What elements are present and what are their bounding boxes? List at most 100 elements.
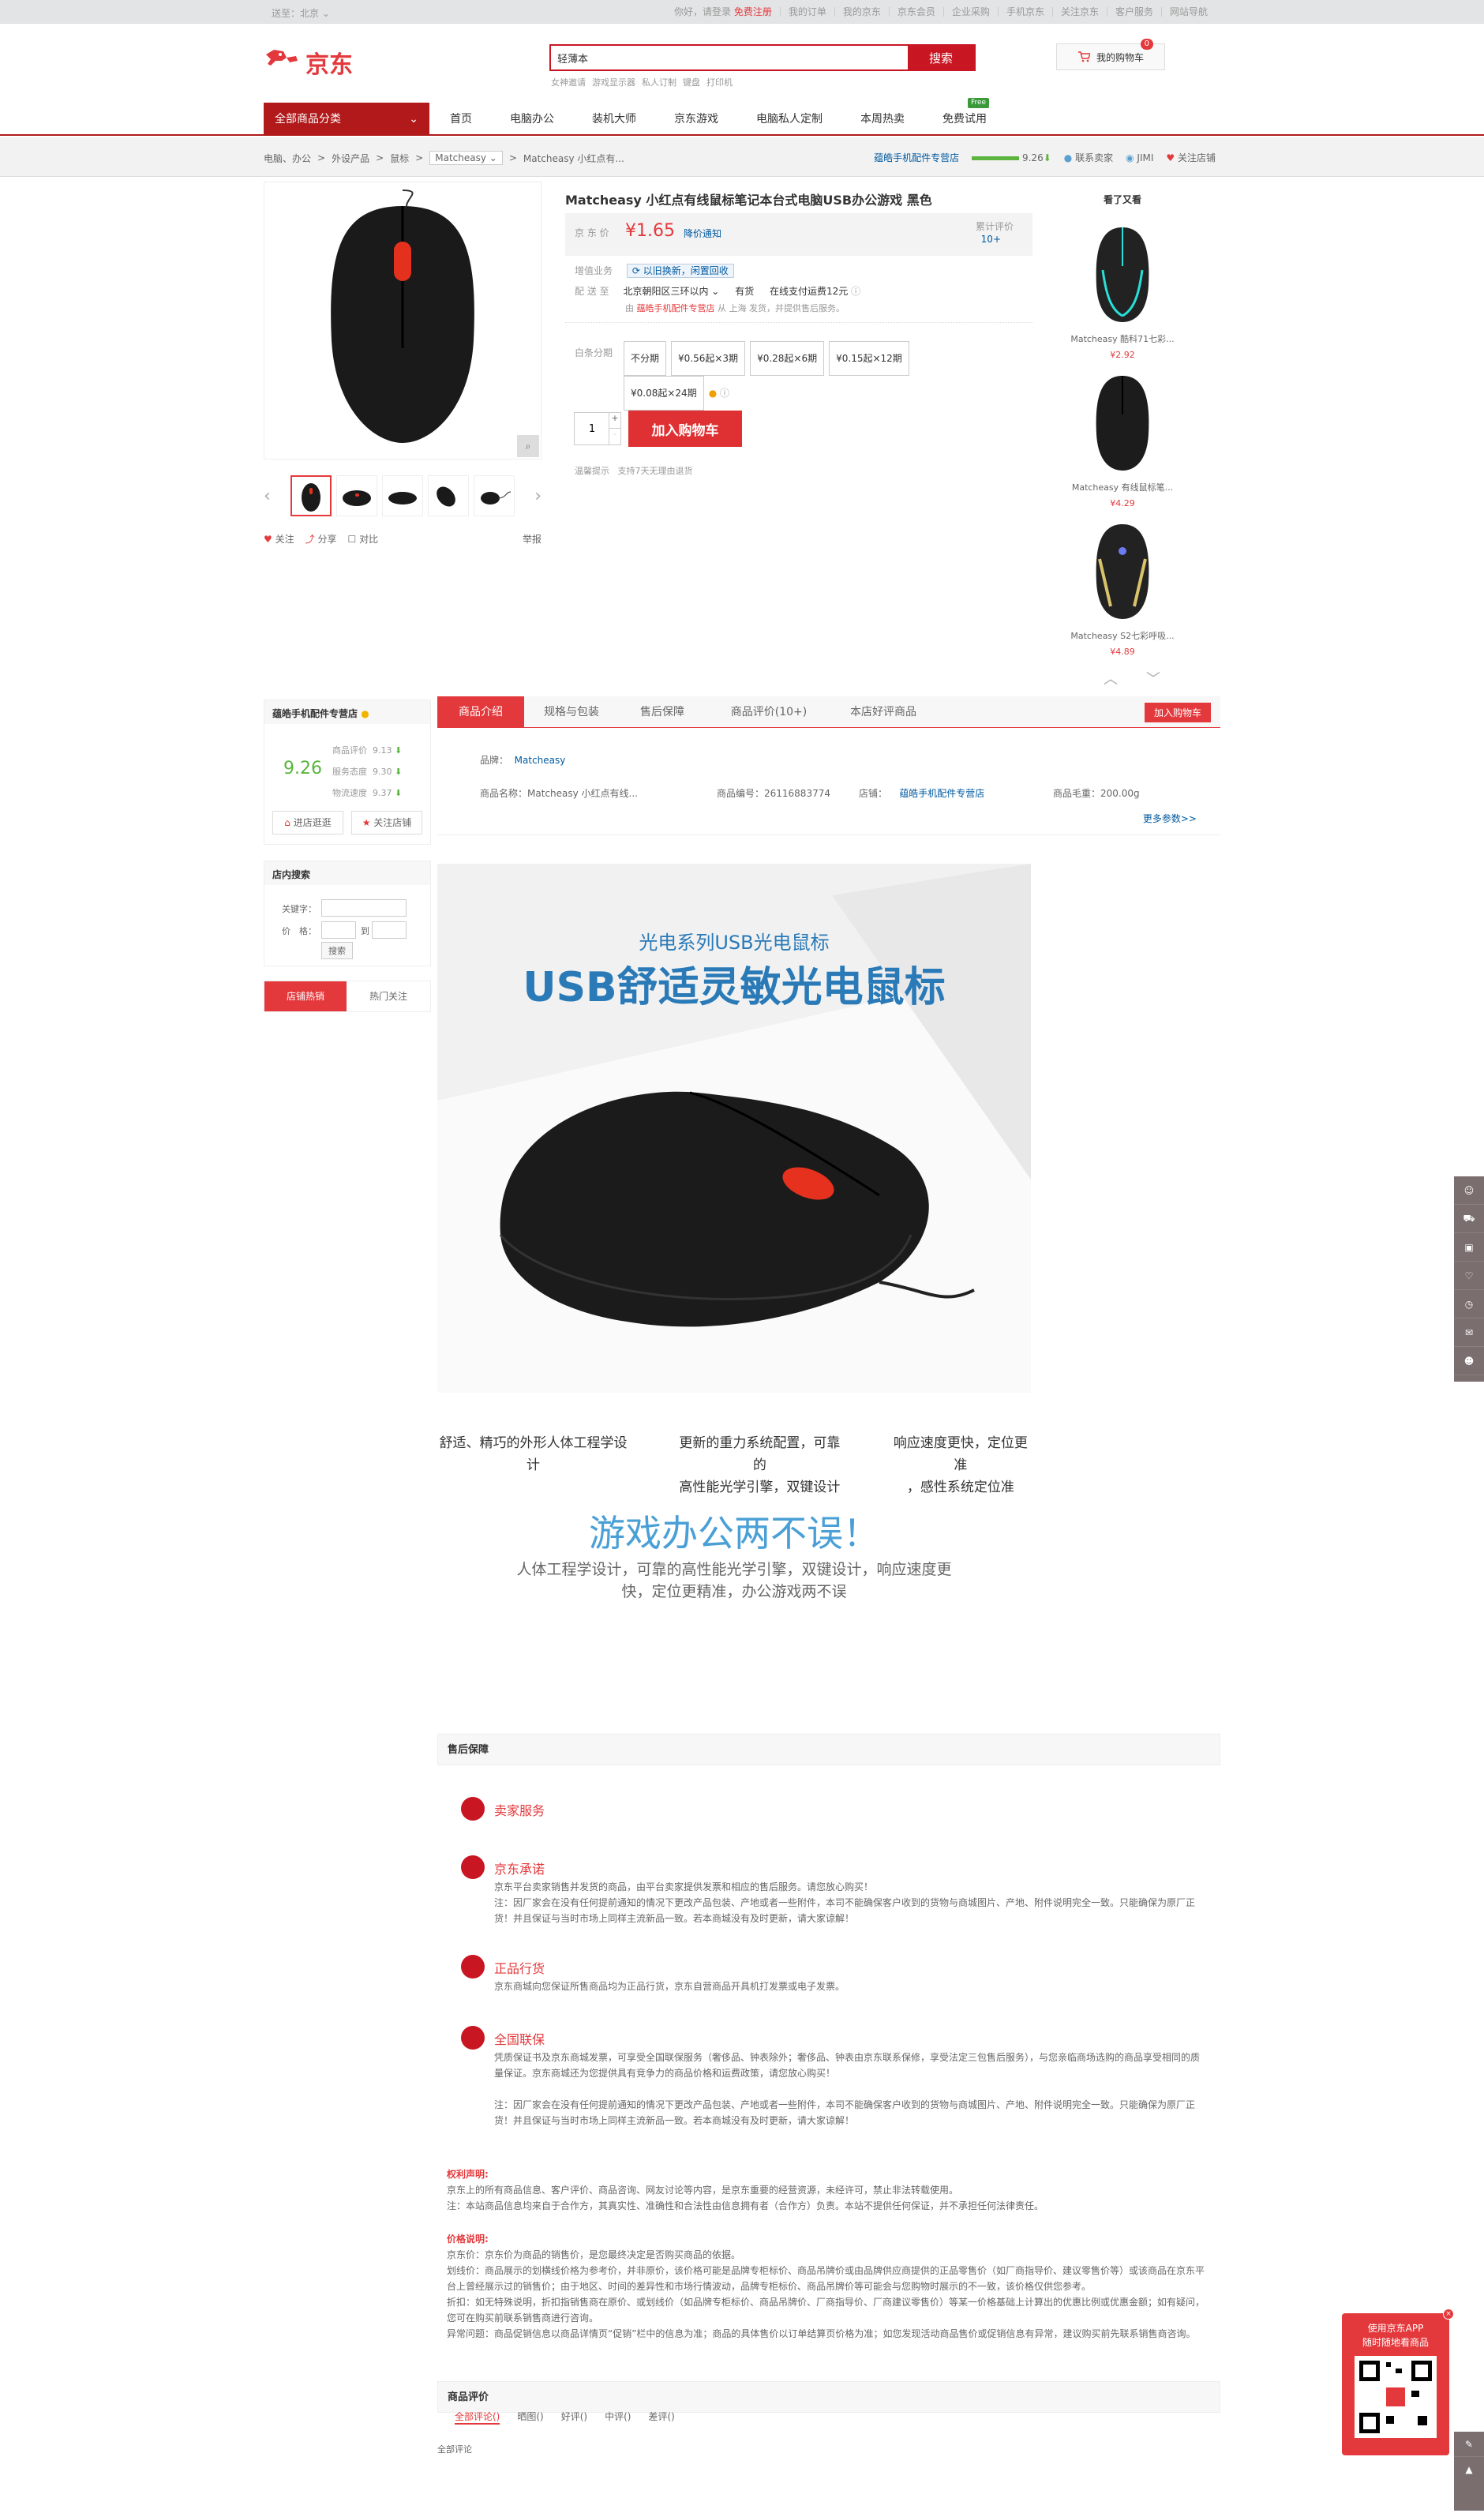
sidebar-history-icon[interactable]: ◷ bbox=[1454, 1290, 1484, 1318]
report-link[interactable]: 举报 bbox=[523, 532, 542, 546]
follow-product-link[interactable]: ♥ 关注 bbox=[264, 532, 294, 546]
crumb-link[interactable]: 鼠标 bbox=[390, 152, 409, 165]
brand-selector[interactable]: Matcheasy ⌄ bbox=[429, 151, 503, 165]
thumbnail[interactable] bbox=[382, 475, 423, 516]
shop-search-button[interactable]: 搜索 bbox=[321, 942, 353, 959]
login-link[interactable]: 你好，请登录 免费注册 bbox=[666, 7, 780, 17]
hotword-link[interactable]: 打印机 bbox=[706, 76, 733, 88]
tab-shop-good[interactable]: 本店好评商品 bbox=[832, 696, 935, 728]
also-viewed-item[interactable]: Matcheasy 有线鼠标笔... ¥4.29 bbox=[1055, 371, 1190, 508]
prev-arrow-icon[interactable]: ‹ bbox=[264, 486, 271, 506]
chevron-down-icon[interactable]: ﹀ bbox=[1146, 668, 1160, 688]
sidebar-jimi-icon[interactable]: ☻ bbox=[1454, 1347, 1484, 1375]
also-viewed-item[interactable]: Matcheasy 酷科71七彩... ¥2.92 bbox=[1055, 223, 1190, 360]
installment-option[interactable]: ¥0.08起×24期 bbox=[624, 376, 704, 411]
also-viewed-item[interactable]: Matcheasy S2七彩呼吸... ¥4.89 bbox=[1055, 519, 1190, 657]
chevron-up-icon[interactable]: ︿ bbox=[1104, 668, 1118, 688]
decrease-button[interactable]: - bbox=[609, 429, 620, 444]
tab-reviews[interactable]: 商品评价(10+) bbox=[706, 696, 832, 728]
search-input[interactable] bbox=[551, 46, 906, 69]
tab-hot-follow[interactable]: 热门关注 bbox=[347, 981, 430, 1011]
param-shop-link[interactable]: 蕴皓手机配件专营店 bbox=[899, 788, 984, 799]
quantity-input[interactable] bbox=[575, 413, 609, 444]
nav-item-trial[interactable]: 免费试用 bbox=[924, 103, 1006, 136]
next-arrow-icon[interactable]: › bbox=[534, 486, 542, 506]
nav-item-games[interactable]: 京东游戏 bbox=[655, 103, 737, 136]
review-tab-bad[interactable]: 差评() bbox=[649, 2410, 675, 2425]
register-link[interactable]: 免费注册 bbox=[734, 6, 772, 17]
nav-item-computer[interactable]: 电脑办公 bbox=[491, 103, 573, 136]
hotword-link[interactable]: 键盘 bbox=[683, 76, 700, 88]
help-icon[interactable]: ⓘ bbox=[851, 286, 860, 297]
crumb-link[interactable]: 外设产品 bbox=[332, 152, 369, 165]
price-max-input[interactable] bbox=[372, 921, 407, 939]
installment-option[interactable]: ¥0.15起×12期 bbox=[829, 341, 909, 376]
sidebar-cart-icon[interactable]: ⛟ bbox=[1454, 1205, 1484, 1233]
sidebar-follow-icon[interactable]: ♡ bbox=[1454, 1262, 1484, 1290]
feedback-icon[interactable]: ✎ bbox=[1454, 2432, 1484, 2457]
hotword-link[interactable]: 女神邀请 bbox=[551, 76, 586, 88]
increase-button[interactable]: + bbox=[609, 413, 620, 429]
tab-aftersale[interactable]: 售后保障 bbox=[619, 696, 706, 728]
installment-option[interactable]: ¥0.56起×3期 bbox=[671, 341, 746, 376]
zoom-icon[interactable]: ⌕ bbox=[517, 435, 539, 457]
jimi-link[interactable]: ◉ JIMI bbox=[1126, 152, 1153, 163]
shortcut-link-follow[interactable]: 关注京东 bbox=[1051, 7, 1107, 17]
installment-option[interactable]: ¥0.28起×6期 bbox=[750, 341, 825, 376]
sidebar-assets-icon[interactable]: ▣ bbox=[1454, 1233, 1484, 1262]
shortcut-link-vip[interactable]: 京东会员 bbox=[888, 7, 943, 17]
price-min-input[interactable] bbox=[321, 921, 356, 939]
shortcut-link-service[interactable]: 客户服务 bbox=[1106, 7, 1161, 17]
review-tab-medium[interactable]: 中评() bbox=[605, 2410, 631, 2425]
follow-shop-link[interactable]: ♥ 关注店铺 bbox=[1166, 151, 1216, 164]
nav-item-hot[interactable]: 本周热卖 bbox=[841, 103, 924, 136]
review-tab-good[interactable]: 好评() bbox=[561, 2410, 587, 2425]
crumb-link[interactable]: 电脑、办公 bbox=[264, 152, 311, 165]
contact-seller-link[interactable]: ● 联系卖家 bbox=[1064, 151, 1113, 164]
brand-link[interactable]: Matcheasy bbox=[515, 755, 566, 766]
tab-add-to-cart-button[interactable]: 加入购物车 bbox=[1144, 703, 1211, 722]
thumbnail[interactable] bbox=[336, 475, 377, 516]
review-count[interactable]: 10+ bbox=[981, 234, 1001, 245]
compare-link[interactable]: ☐ 对比 bbox=[347, 532, 378, 546]
share-link[interactable]: ⤴ 分享 bbox=[305, 532, 337, 546]
close-icon[interactable]: × bbox=[1443, 2309, 1454, 2320]
sidebar-user-icon[interactable]: ☺ bbox=[1454, 1176, 1484, 1205]
location-selector[interactable]: 送至：北京 ⌄ bbox=[272, 6, 330, 20]
hotword-link[interactable]: 游戏显示器 bbox=[592, 76, 635, 88]
thumbnail[interactable] bbox=[474, 475, 515, 516]
help-icon[interactable]: ⓘ bbox=[720, 388, 729, 399]
region-selector[interactable]: 北京朝阳区三环以内 ⌄ bbox=[623, 286, 719, 297]
hotword-link[interactable]: 私人订制 bbox=[642, 76, 676, 88]
installment-option[interactable]: 不分期 bbox=[624, 341, 667, 376]
back-to-top-icon[interactable]: ▲ bbox=[1454, 2457, 1484, 2482]
sidebar-message-icon[interactable]: ✉ bbox=[1454, 1318, 1484, 1347]
search-button[interactable]: 搜索 bbox=[908, 46, 974, 69]
shortcut-link-sitenav[interactable]: 网站导航 bbox=[1160, 7, 1216, 17]
follow-shop-button[interactable]: ★ 关注店铺 bbox=[351, 811, 422, 835]
enter-shop-button[interactable]: ⌂ 进店逛逛 bbox=[272, 811, 343, 835]
shop-keyword-input[interactable] bbox=[321, 899, 407, 917]
review-tab-all[interactable]: 全部评论() bbox=[455, 2410, 500, 2425]
shortcut-link-enterprise[interactable]: 企业采购 bbox=[942, 7, 998, 17]
cart-button[interactable]: 我的购物车 0 bbox=[1056, 39, 1165, 70]
all-categories-button[interactable]: 全部商品分类 ⌄ bbox=[264, 103, 429, 136]
more-params-link[interactable]: 更多参数>> bbox=[1143, 812, 1197, 825]
thumbnail[interactable] bbox=[428, 475, 469, 516]
nav-item-home[interactable]: 首页 bbox=[431, 103, 491, 136]
shortcut-link-orders[interactable]: 我的订单 bbox=[779, 7, 834, 17]
product-main-image[interactable]: ⌕ bbox=[264, 182, 542, 459]
add-to-cart-button[interactable]: 加入购物车 bbox=[628, 411, 742, 447]
shop-name-link[interactable]: 蕴皓手机配件专营店 bbox=[874, 151, 959, 164]
jd-logo[interactable]: 京东 bbox=[263, 43, 373, 79]
seller-shop-link[interactable]: 蕴皓手机配件专营店 bbox=[637, 303, 715, 313]
tab-intro[interactable]: 商品介绍 bbox=[437, 696, 524, 728]
review-tab-images[interactable]: 晒图() bbox=[517, 2410, 543, 2425]
shop-name[interactable]: 蕴皓手机配件专营店 bbox=[272, 708, 358, 719]
tab-hot-sales[interactable]: 店铺热销 bbox=[264, 981, 347, 1011]
tab-specs[interactable]: 规格与包装 bbox=[524, 696, 619, 728]
thumbnail[interactable] bbox=[290, 475, 332, 516]
nav-item-build[interactable]: 装机大师 bbox=[573, 103, 655, 136]
price-notice-link[interactable]: 降价通知 bbox=[684, 227, 721, 240]
shortcut-link-myjd[interactable]: 我的京东 bbox=[834, 7, 889, 17]
